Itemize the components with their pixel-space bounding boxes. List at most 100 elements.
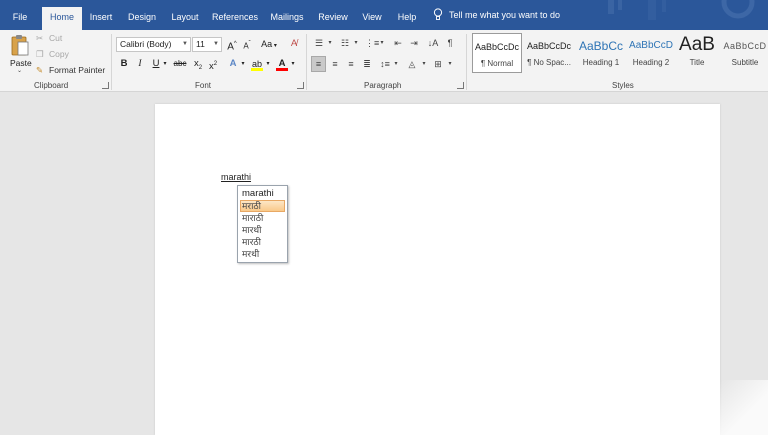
numbering-icon[interactable]: ☷ xyxy=(339,36,351,50)
scissors-icon: ✂ xyxy=(36,33,44,43)
tab-mailings[interactable]: Mailings xyxy=(268,8,306,30)
style-preview: AaBbCc xyxy=(578,39,624,53)
strikethrough-button[interactable]: abc xyxy=(172,57,188,71)
align-right-icon[interactable]: ≡ xyxy=(345,57,357,71)
grow-font-button[interactable]: A^ xyxy=(226,37,238,52)
divider xyxy=(466,34,467,90)
cut-button[interactable]: ✂ Cut xyxy=(36,32,96,45)
format-painter-button[interactable]: ✎ Format Painter xyxy=(36,64,106,77)
shading-icon[interactable]: ◬ xyxy=(406,57,418,71)
paintbrush-icon: ✎ xyxy=(36,65,44,75)
paste-button[interactable]: Paste ⌄ xyxy=(4,32,34,77)
tab-file[interactable]: File xyxy=(6,8,34,30)
paste-dropdown-icon[interactable]: ⌄ xyxy=(17,67,22,74)
multilevel-list-icon[interactable]: ⋮≡ xyxy=(365,36,379,50)
clipboard-group-label: Clipboard xyxy=(34,81,69,90)
divider xyxy=(111,34,112,90)
highlight-color-button[interactable]: ab xyxy=(250,57,264,71)
chevron-down-icon[interactable]: ▾ xyxy=(379,36,385,50)
bullets-icon[interactable]: ☰ xyxy=(313,36,325,50)
tab-references[interactable]: References xyxy=(211,8,259,30)
ime-candidate-window: marathi मराठी माराठी मारथी मारठी मरथी xyxy=(237,185,288,263)
chevron-down-icon[interactable]: ▾ xyxy=(327,36,333,50)
font-name-combo[interactable]: Calibri (Body) ▼ xyxy=(116,37,191,52)
decrease-indent-icon[interactable]: ⇤ xyxy=(392,36,404,50)
tab-help[interactable]: Help xyxy=(395,8,419,30)
style-name: ¶ Normal xyxy=(480,59,514,68)
chevron-down-icon[interactable]: ▾ xyxy=(162,57,168,71)
bold-button[interactable]: B xyxy=(119,57,129,71)
ime-candidate[interactable]: मरथी xyxy=(238,248,287,260)
font-name-value: Calibri (Body) xyxy=(120,39,172,49)
font-group-label: Font xyxy=(195,81,212,90)
chevron-down-icon: ▼ xyxy=(213,41,219,47)
style-subtitle[interactable]: AaBbCcD Subtitle xyxy=(722,33,768,73)
show-formatting-marks-icon[interactable]: ¶ xyxy=(445,36,455,50)
tab-review[interactable]: Review xyxy=(316,8,350,30)
copy-button[interactable]: ❐ Copy xyxy=(36,48,96,61)
format-painter-label: Format Painter xyxy=(49,65,106,75)
tell-me-search[interactable]: Tell me what you want to do xyxy=(433,8,560,21)
tab-home[interactable]: Home xyxy=(42,7,82,30)
clear-formatting-icon[interactable]: A̸ xyxy=(287,37,301,51)
paragraph-launcher-icon[interactable] xyxy=(457,82,464,89)
align-left-icon[interactable]: ≡ xyxy=(311,56,326,72)
style-preview: AaBbCcDc xyxy=(526,41,571,51)
ime-candidate[interactable]: मारठी xyxy=(238,236,287,248)
style-name: Title xyxy=(689,58,705,67)
style-preview: AaB xyxy=(679,34,715,55)
style-heading-2[interactable]: AaBbCcD Heading 2 xyxy=(626,33,676,73)
ribbon-home: Paste ⌄ ✂ Cut ❐ Copy ✎ Format Painter Cl… xyxy=(0,30,768,92)
sort-icon[interactable]: ↓A xyxy=(427,36,439,50)
align-center-icon[interactable]: ≡ xyxy=(329,57,341,71)
paste-icon xyxy=(11,35,29,56)
superscript-button[interactable]: x2 xyxy=(207,57,219,72)
cut-label: Cut xyxy=(49,33,63,43)
style-name: Heading 1 xyxy=(582,58,620,67)
ime-candidate-selected[interactable]: मराठी xyxy=(240,200,285,212)
increase-indent-icon[interactable]: ⇥ xyxy=(408,36,420,50)
clipboard-launcher-icon[interactable] xyxy=(102,82,109,89)
copy-icon: ❐ xyxy=(36,49,44,59)
ime-candidate[interactable]: माराठी xyxy=(238,212,287,224)
ime-input-text: marathi xyxy=(242,188,274,199)
font-launcher-icon[interactable] xyxy=(297,82,304,89)
document-page[interactable] xyxy=(155,104,720,435)
text-effects-icon[interactable]: A xyxy=(226,57,240,71)
change-case-button[interactable]: Aa ▾ xyxy=(258,37,280,51)
chevron-down-icon: ▼ xyxy=(182,41,188,47)
font-color-button[interactable]: A xyxy=(276,57,288,71)
shrink-font-button[interactable]: Aˇ xyxy=(241,37,253,51)
tab-design[interactable]: Design xyxy=(126,8,158,30)
font-size-combo[interactable]: 11 ▼ xyxy=(192,37,222,52)
lightbulb-icon xyxy=(433,8,443,20)
justify-icon[interactable]: ≣ xyxy=(361,57,373,71)
ime-candidate[interactable]: मारथी xyxy=(238,224,287,236)
style-heading-1[interactable]: AaBbCc Heading 1 xyxy=(576,33,626,73)
underline-button[interactable]: U xyxy=(150,57,162,71)
borders-icon[interactable]: ⊞ xyxy=(432,57,444,71)
style-normal[interactable]: AaBbCcDc ¶ Normal xyxy=(472,33,522,73)
chevron-down-icon[interactable]: ▾ xyxy=(240,57,246,71)
chevron-down-icon[interactable]: ▾ xyxy=(393,57,399,71)
chevron-down-icon[interactable]: ▾ xyxy=(290,57,296,71)
subscript-button[interactable]: x2 xyxy=(192,57,204,71)
ribbon-tab-bar: File Home Insert Design Layout Reference… xyxy=(0,0,768,30)
font-size-value: 11 xyxy=(196,39,205,49)
typed-text: marathi xyxy=(221,172,252,182)
styles-gallery: AaBbCcDc ¶ Normal AaBbCcDc ¶ No Spac... … xyxy=(470,33,768,78)
chevron-down-icon[interactable]: ▾ xyxy=(421,57,427,71)
line-spacing-icon[interactable]: ↕≡ xyxy=(379,57,391,71)
tab-insert[interactable]: Insert xyxy=(86,8,116,30)
style-no-spacing[interactable]: AaBbCcDc ¶ No Spac... xyxy=(524,33,574,73)
chevron-down-icon[interactable]: ▾ xyxy=(353,36,359,50)
chevron-down-icon[interactable]: ▾ xyxy=(447,57,453,71)
italic-button[interactable]: I xyxy=(135,57,145,71)
chevron-down-icon[interactable]: ▾ xyxy=(265,57,271,71)
font-color-bar xyxy=(276,68,288,71)
tab-layout[interactable]: Layout xyxy=(169,8,201,30)
style-preview: AaBbCcDc xyxy=(474,42,519,52)
tab-view[interactable]: View xyxy=(359,8,385,30)
style-title[interactable]: AaB Title xyxy=(676,33,718,73)
style-name: ¶ No Spac... xyxy=(527,58,571,67)
